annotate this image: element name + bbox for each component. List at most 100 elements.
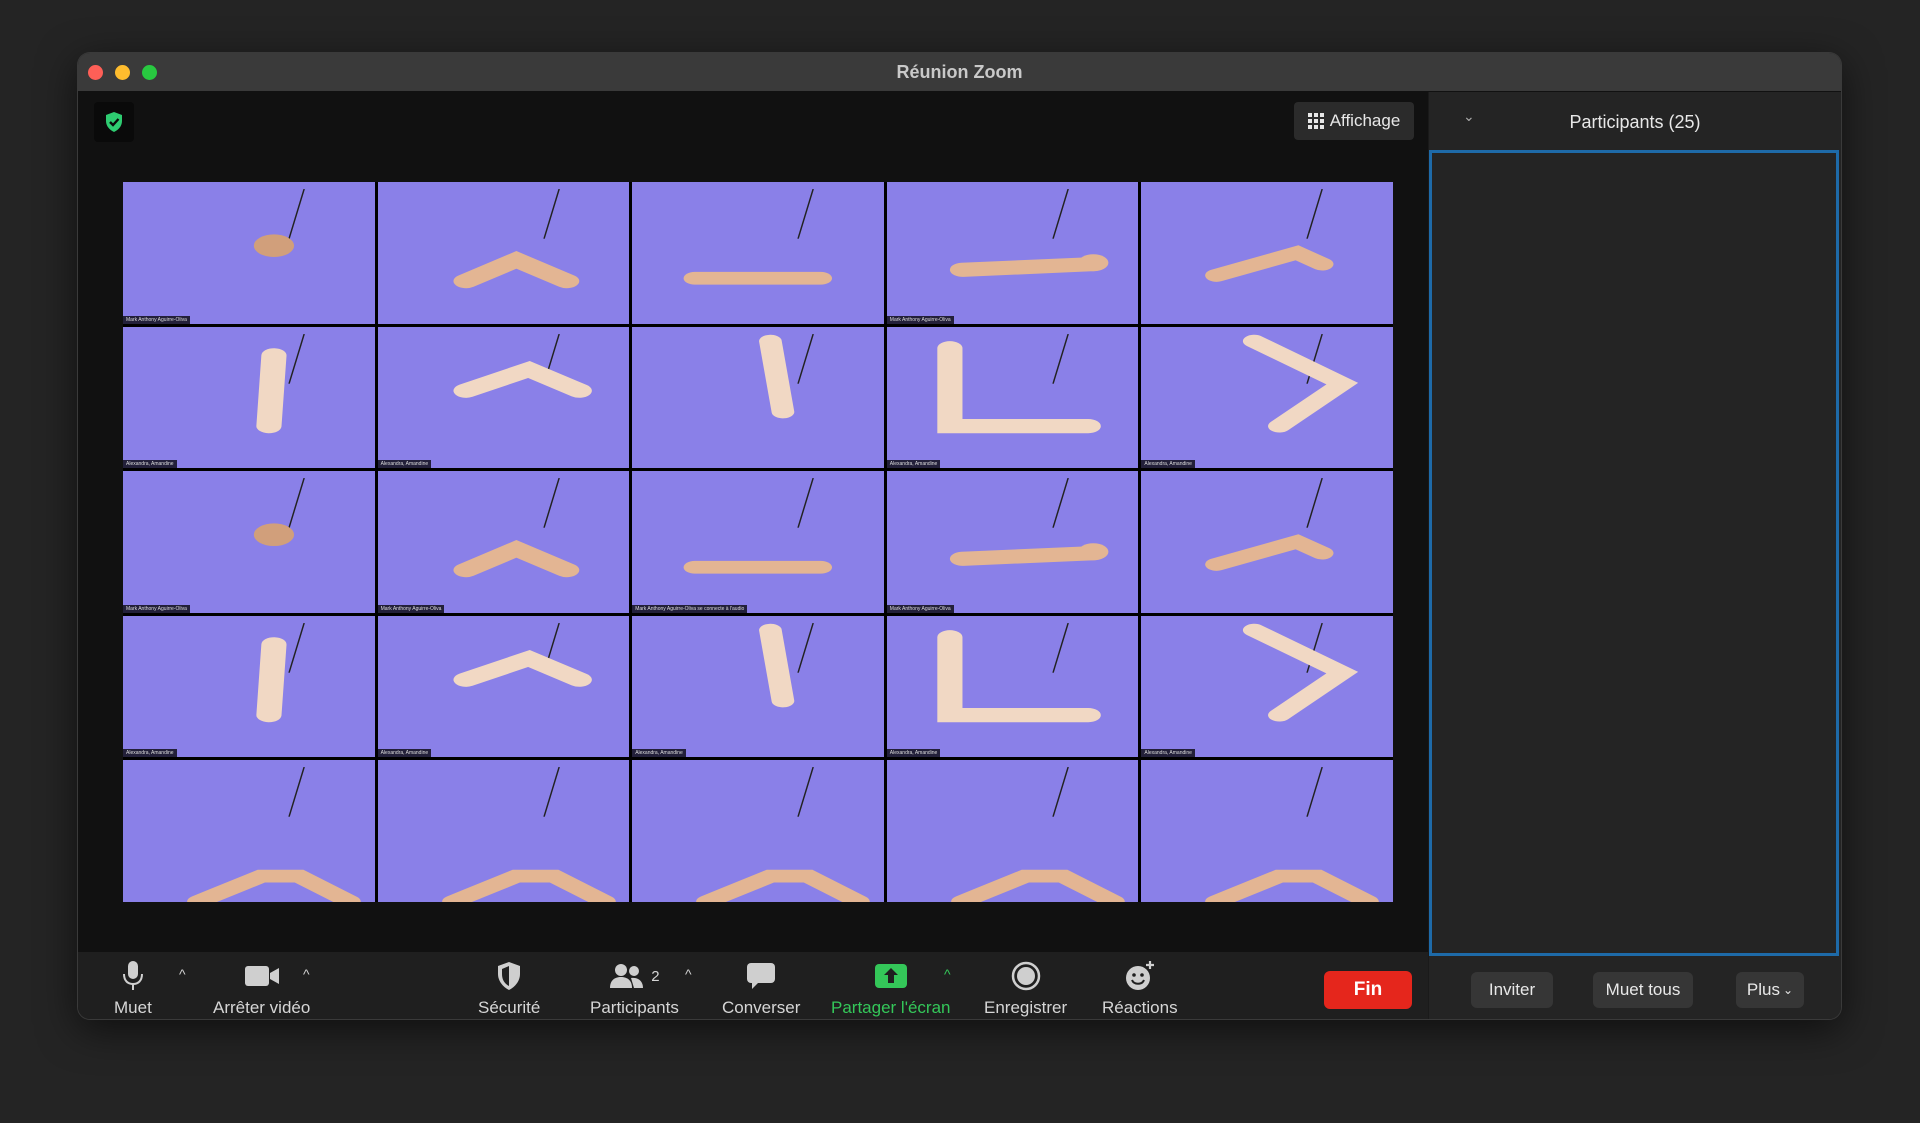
video-feed: [441, 767, 616, 902]
video-tile[interactable]: Mark Anthony Aguirre-Oliva: [123, 182, 375, 324]
video-feed: [1243, 622, 1359, 722]
mute-all-button[interactable]: Muet tous: [1593, 972, 1693, 1008]
audio-options-chevron[interactable]: ^: [179, 966, 186, 982]
end-meeting-button[interactable]: Fin: [1324, 971, 1412, 1009]
video-tile[interactable]: Alexandra, Amandine: [1141, 615, 1393, 758]
record-icon: [1011, 960, 1041, 992]
stop-video-button[interactable]: Arrêter vidéo: [213, 960, 310, 1018]
video-tile[interactable]: Alexandra, Amandine: [886, 615, 1139, 758]
participant-name-label: Mark Anthony Aguirre-Oliva: [886, 315, 954, 324]
video-tile[interactable]: Alexandra, Amandine: [123, 615, 375, 758]
emoji-add-icon: [1124, 960, 1156, 992]
participant-name-label: Alexandra, Amandine: [1141, 749, 1195, 758]
stop-video-label: Arrêter vidéo: [213, 998, 311, 1017]
video-tile[interactable]: [632, 326, 884, 469]
participant-name-label: Alexandra, Amandine: [886, 749, 941, 758]
video-tile[interactable]: Mark Anthony Aguirre-Oliva se connecte à…: [632, 471, 884, 613]
video-feed: [256, 333, 305, 433]
security-button[interactable]: Sécurité: [478, 960, 540, 1018]
video-feed: [1205, 478, 1334, 572]
reactions-label: Réactions: [1102, 998, 1178, 1017]
video-tile[interactable]: Alexandra, Amandine: [1141, 326, 1393, 469]
participants-panel-header: ⌄ Participants (25): [1429, 92, 1841, 148]
video-tile[interactable]: Alexandra, Amandine: [123, 326, 375, 469]
video-tile[interactable]: [377, 182, 630, 324]
view-button-label: Affichage: [1329, 111, 1401, 130]
video-tile[interactable]: Alexandra, Amandine: [377, 326, 630, 469]
mute-button[interactable]: Muet: [114, 960, 152, 1018]
chevron-down-icon: ⌄: [1783, 983, 1794, 997]
microphone-icon: [122, 960, 144, 992]
video-tile[interactable]: Mark Anthony Aguirre-Oliva: [123, 471, 375, 613]
participant-name-label: Mark Anthony Aguirre-Oliva: [377, 604, 445, 613]
view-button[interactable]: Affichage: [1294, 102, 1414, 140]
participants-list[interactable]: [1429, 150, 1839, 956]
video-tile[interactable]: [632, 182, 884, 324]
video-tile[interactable]: [1141, 471, 1393, 613]
record-label: Enregistrer: [984, 998, 1068, 1017]
video-tile[interactable]: [632, 760, 884, 902]
video-feed: [253, 189, 305, 258]
more-button[interactable]: Plus ⌄: [1736, 972, 1804, 1008]
security-label: Sécurité: [478, 998, 541, 1017]
video-tile[interactable]: Alexandra, Amandine: [886, 326, 1139, 469]
video-feed: [937, 622, 1101, 722]
shield-check-icon: [106, 112, 122, 132]
video-tile[interactable]: Mark Anthony Aguirre-Oliva: [886, 182, 1139, 324]
meeting-toolbar: Muet ^ Arrêter vidéo ^ Sécurité 2 Partic…: [78, 952, 1428, 1019]
video-feed: [256, 622, 305, 722]
chat-label: Converser: [722, 998, 801, 1017]
video-feed: [937, 333, 1101, 433]
video-feed: [683, 189, 833, 285]
participant-name-label: Alexandra, Amandine: [123, 460, 177, 469]
video-feed: [949, 189, 1109, 277]
video-tile[interactable]: Mark Anthony Aguirre-Oliva: [886, 471, 1139, 613]
participant-name-label: Alexandra, Amandine: [632, 749, 686, 758]
participants-button[interactable]: 2 Participants: [590, 960, 679, 1018]
participants-icon: [610, 964, 644, 988]
participants-options-chevron[interactable]: ^: [685, 966, 692, 982]
video-tile[interactable]: [1141, 182, 1393, 324]
participants-panel: ⌄ Participants (25) Inviter Muet tous Pl…: [1429, 92, 1841, 1019]
video-feed: [696, 767, 870, 902]
video-tile[interactable]: [123, 760, 375, 902]
video-feed: [1243, 333, 1359, 433]
participant-name-label: Alexandra, Amandine: [377, 460, 432, 469]
participant-name-label: Alexandra, Amandine: [377, 749, 432, 758]
window-title: Réunion Zoom: [896, 62, 1023, 82]
record-button[interactable]: Enregistrer: [984, 960, 1067, 1018]
video-feed: [253, 478, 305, 547]
video-feed: [759, 333, 815, 418]
video-feed: [453, 189, 579, 289]
video-feed: [950, 767, 1125, 902]
video-feed: [187, 767, 361, 902]
security-badge[interactable]: [94, 102, 134, 142]
chat-button[interactable]: Converser: [722, 960, 800, 1018]
video-tile[interactable]: Mark Anthony Aguirre-Oliva: [377, 471, 630, 613]
participant-name-label: Mark Anthony Aguirre-Oliva se connecte à…: [632, 604, 748, 613]
meeting-area: Affichage Mark Anthony Aguirre-Oliva Mark…: [78, 92, 1428, 952]
share-options-chevron[interactable]: ^: [944, 966, 951, 982]
video-tile[interactable]: [886, 760, 1139, 902]
video-feed: [1205, 189, 1334, 282]
share-screen-button[interactable]: Partager l'écran: [831, 960, 950, 1018]
invite-button[interactable]: Inviter: [1471, 972, 1553, 1008]
participants-panel-title: Participants (25): [1569, 112, 1701, 132]
video-tile[interactable]: [1141, 760, 1393, 902]
reactions-button[interactable]: Réactions: [1102, 960, 1178, 1018]
video-tile[interactable]: [377, 760, 630, 902]
participant-name-label: Alexandra, Amandine: [1141, 460, 1195, 469]
share-screen-label: Partager l'écran: [831, 998, 951, 1017]
participant-name-label: Alexandra, Amandine: [886, 460, 941, 469]
video-options-chevron[interactable]: ^: [303, 966, 310, 982]
video-feed: [453, 333, 592, 398]
more-button-label: Plus: [1746, 980, 1780, 999]
video-feed: [453, 622, 592, 687]
participant-name-label: Alexandra, Amandine: [123, 749, 177, 758]
title-bar: Réunion Zoom: [78, 53, 1841, 92]
participant-name-label: Mark Anthony Aguirre-Oliva: [123, 604, 190, 613]
share-screen-icon: [874, 960, 908, 992]
participant-name-label: Mark Anthony Aguirre-Oliva: [123, 315, 190, 324]
video-tile[interactable]: Alexandra, Amandine: [377, 615, 630, 758]
video-tile[interactable]: Alexandra, Amandine: [632, 615, 884, 758]
